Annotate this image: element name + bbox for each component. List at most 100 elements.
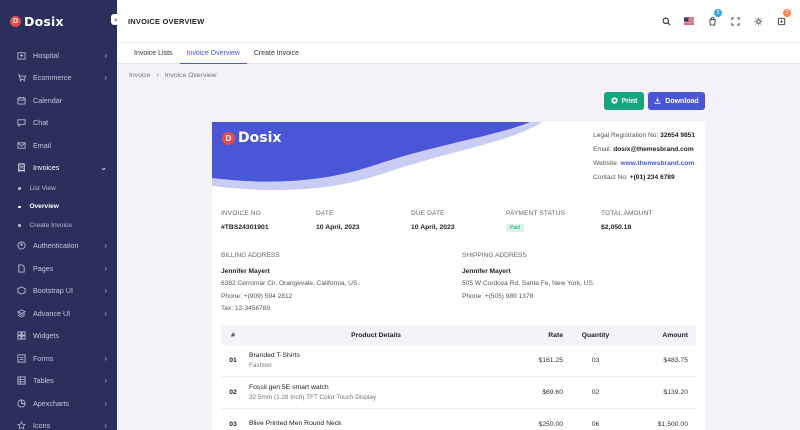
tables-icon xyxy=(16,376,26,386)
row-quantity: 02 xyxy=(591,389,600,396)
breadcrumb-current: Invoice Overview xyxy=(164,72,217,79)
sidebar-item-label: Widgets xyxy=(33,331,59,341)
row-no: 03 xyxy=(229,421,237,428)
chevron-right-icon: › xyxy=(104,398,107,408)
theme-toggle-sun-icon[interactable] xyxy=(753,16,763,26)
sidebar-item-invoices[interactable]: Invoices ⌄ xyxy=(0,157,117,180)
sidebar-subitem-list-view[interactable]: List View xyxy=(0,179,117,198)
sidebar-subitem-overview[interactable]: Overview xyxy=(0,198,117,217)
sidebar-item-label: Chat xyxy=(33,118,49,128)
total-amount-value: $2,050.18 xyxy=(601,224,632,231)
products-table: # Product Details Rate Quantity Amount 0… xyxy=(221,325,696,430)
row-amount: $1,500.00 xyxy=(657,421,688,428)
tab-invoice-lists[interactable]: Invoice Lists xyxy=(127,43,180,64)
sidebar-item-apexcharts[interactable]: Apexcharts › xyxy=(0,392,117,415)
shipping-address: SHIPPING ADDRESS Jennifer Mayert 505 W C… xyxy=(462,250,682,303)
sidebar-item-chat[interactable]: Chat xyxy=(0,112,117,135)
sidebar-item-label: Pages xyxy=(33,263,54,273)
notifications-icon[interactable]: 3 xyxy=(776,9,791,26)
date-value: 10 April, 2023 xyxy=(316,224,360,231)
sidebar-item-ecommerce[interactable]: Ecommerce › xyxy=(0,67,117,90)
sidebar-item-email[interactable]: Email xyxy=(0,134,117,157)
chevron-right-icon: › xyxy=(104,308,107,318)
table-row: 03 Blive Printed Men Round Neck $250.00 … xyxy=(221,409,696,430)
sidebar-subitem-create-invoice[interactable]: Create Invoice xyxy=(0,216,117,235)
sidebar-item-icons[interactable]: Icons › xyxy=(0,415,117,430)
user-circle-icon xyxy=(16,241,26,251)
shipping-name: Jennifer Mayert xyxy=(462,267,511,275)
email-value: dosix@themesbrand.com xyxy=(613,146,694,153)
chevron-right-icon: › xyxy=(104,353,107,363)
invoice-logo: D Dosix xyxy=(222,130,281,146)
sidebar-item-label: Bootstrap UI xyxy=(33,286,73,296)
billing-address-label: BILLING ADDRESS xyxy=(221,252,280,259)
sidebar-item-tables[interactable]: Tables › xyxy=(0,370,117,393)
row-no: 01 xyxy=(229,357,237,364)
email-label: Email: xyxy=(593,146,612,153)
tab-invoice-overview[interactable]: Invoice Overview xyxy=(179,43,247,64)
total-amount-label: TOTAL AMOUNT xyxy=(601,210,653,217)
reg-label: Legal Registration No: xyxy=(593,132,659,139)
breadcrumb-parent[interactable]: Invoice xyxy=(129,72,151,79)
sidebar-item-hospital[interactable]: Hospital › xyxy=(0,44,117,67)
product-name: Blive Printed Men Round Neck xyxy=(249,419,342,427)
billing-street: 6382 Cerromar Cir, Orangevale, Californi… xyxy=(221,280,360,287)
cart-icon xyxy=(16,73,26,83)
download-label: Download xyxy=(665,97,699,105)
topbar: INVOICE OVERVIEW 5 3 xyxy=(117,0,800,42)
search-icon[interactable] xyxy=(661,16,671,26)
widgets-icon xyxy=(16,331,26,341)
layers-icon xyxy=(16,308,26,318)
website-link[interactable]: www.themesbrand.com xyxy=(620,160,694,167)
sidebar-item-label: Invoices xyxy=(33,163,60,173)
us-flag-icon[interactable] xyxy=(684,16,694,26)
chevron-right-icon: › xyxy=(104,50,107,60)
row-amount: $139.20 xyxy=(663,389,688,396)
brand[interactable]: D Dosix « xyxy=(0,0,122,42)
product-subtitle: 32.5mm (1.28 Inch) TFT Color Touch Displ… xyxy=(249,394,377,401)
table-row: 02 Fossil gen 5E smart watch 32.5mm (1.2… xyxy=(221,377,696,409)
chevron-right-icon: › xyxy=(104,421,107,430)
email-icon xyxy=(16,140,26,150)
sidebar-item-label: Icons xyxy=(33,421,51,430)
sidebar-item-bootstrap-ui[interactable]: Bootstrap UI › xyxy=(0,280,117,303)
forms-icon xyxy=(16,353,26,363)
sidebar-item-calendar[interactable]: Calendar xyxy=(0,89,117,112)
row-product: Fossil gen 5E smart watch 32.5mm (1.28 I… xyxy=(245,384,503,401)
row-rate: $250.00 xyxy=(538,421,563,428)
status-badge: Paid xyxy=(506,224,525,232)
cart-icon[interactable]: 5 xyxy=(707,9,722,26)
due-date-label: DUE DATE xyxy=(411,210,445,217)
invoice-logo-icon: D xyxy=(222,131,235,145)
download-button[interactable]: Download xyxy=(648,92,705,110)
row-quantity: 06 xyxy=(591,421,600,428)
contact-label: Contact No: xyxy=(593,174,628,181)
cart-badge: 5 xyxy=(714,9,722,17)
shipping-street: 505 W Cordova Rd, Santa Fe, New York, US… xyxy=(462,280,595,287)
brand-logo-icon: D xyxy=(10,15,21,27)
calendar-icon xyxy=(16,95,26,105)
hospital-icon xyxy=(16,50,26,60)
sidebar-item-label: Advance UI xyxy=(33,308,71,318)
sidebar-item-pages[interactable]: Pages › xyxy=(0,257,117,280)
due-date-value: 10 April, 2023 xyxy=(411,224,455,231)
chevron-right-icon: › xyxy=(104,263,107,273)
chat-icon xyxy=(16,118,26,128)
billing-name: Jennifer Mayert xyxy=(221,267,270,275)
fullscreen-icon[interactable] xyxy=(730,16,740,26)
notifications-badge: 3 xyxy=(783,9,791,17)
sidebar-item-authentication[interactable]: Authentication › xyxy=(0,235,117,258)
sidebar-item-widgets[interactable]: Widgets xyxy=(0,325,117,348)
sidebar-subitem-label: Overview xyxy=(29,203,59,211)
sidebar-item-advance-ui[interactable]: Advance UI › xyxy=(0,302,117,325)
sidebar: D Dosix « Hospital › Ecommerce › Calenda… xyxy=(0,0,122,430)
print-button[interactable]: Print xyxy=(604,92,644,110)
bullet-icon xyxy=(18,205,21,208)
sidebar-subitem-label: List View xyxy=(29,184,56,192)
breadcrumb: Invoice › Invoice Overview xyxy=(129,72,217,79)
tab-create-invoice[interactable]: Create Invoice xyxy=(247,43,306,64)
sidebar-item-label: Tables xyxy=(33,376,54,386)
download-icon xyxy=(654,97,661,106)
sidebar-item-forms[interactable]: Forms › xyxy=(0,347,117,370)
bullet-icon xyxy=(18,224,21,227)
